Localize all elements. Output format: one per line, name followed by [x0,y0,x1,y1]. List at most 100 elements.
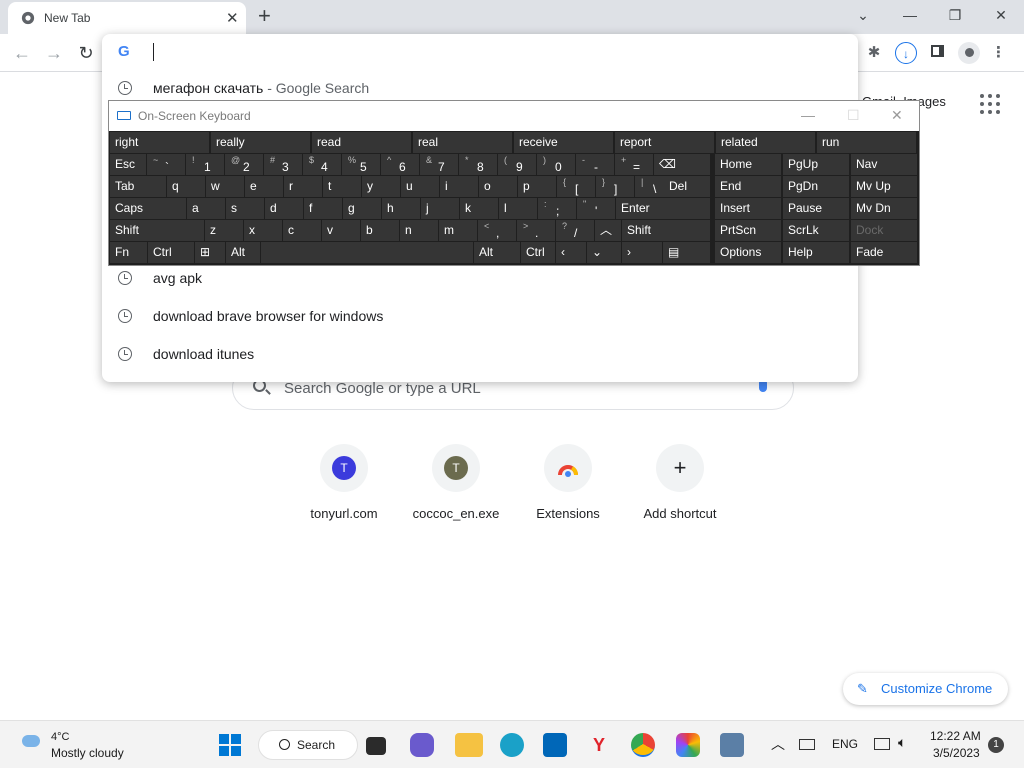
key-=[interactable]: + = [615,154,653,175]
key-c[interactable]: c [283,220,321,241]
key-4[interactable]: $4 [303,154,341,175]
key-mv-dn[interactable]: Mv Dn [851,198,917,219]
teams-chat-icon[interactable] [410,733,434,757]
key-del[interactable]: Del [664,176,710,197]
volume-icon[interactable]: 🔈︎ [898,734,906,751]
prediction-report[interactable]: report [615,132,714,153]
key-ctrl-right[interactable]: Ctrl [521,242,555,263]
minimize-button[interactable]: — [895,4,925,26]
key-p[interactable]: p [518,176,556,197]
suggestion-item[interactable]: download itunes [102,336,858,374]
key-pause[interactable]: Pause [783,198,849,219]
windows-key-icon[interactable]: ⊞ [195,242,225,263]
edge-icon[interactable] [500,733,524,757]
arrow-left-icon[interactable]: ‹ [556,242,586,263]
shortcut-tile[interactable]: Extensions [512,444,624,536]
profile-avatar-icon[interactable] [958,42,980,64]
notification-badge[interactable]: 1 [988,737,1004,753]
key-ctrl-left[interactable]: Ctrl [148,242,194,263]
key-8[interactable]: * 8 [459,154,497,175]
back-button[interactable]: ← [10,41,34,65]
shortcut-tile[interactable]: T tonyurl.com [288,444,400,536]
keyboard-tray-icon[interactable] [799,739,815,750]
menu-key-icon[interactable]: ▤ [663,242,710,263]
osk-close-button[interactable]: ✕ [891,107,903,124]
key-fn[interactable]: Fn [110,242,147,263]
omnibox-input[interactable] [153,43,154,61]
key-0[interactable]: ) 0 [537,154,575,175]
tab-close-icon[interactable]: ✕ [226,9,239,27]
prediction-really[interactable]: really [211,132,310,153]
key-v[interactable]: v [322,220,360,241]
prediction-related[interactable]: related [716,132,815,153]
arrow-right-icon[interactable]: › [622,242,662,263]
key-h[interactable]: h [382,198,420,219]
clock-date[interactable]: 3/5/2023 [933,746,980,760]
key-i[interactable]: i [440,176,478,197]
key-options[interactable]: Options [715,242,781,263]
osk-taskbar-icon[interactable] [720,733,744,757]
key-2[interactable]: @2 [225,154,263,175]
app-icon[interactable] [676,733,700,757]
prediction-read[interactable]: read [312,132,411,153]
key-insert[interactable]: Insert [715,198,781,219]
key-'[interactable]: " ' [577,198,615,219]
key-fade[interactable]: Fade [851,242,917,263]
key-enter[interactable]: Enter [616,198,710,219]
task-view-icon[interactable] [366,737,386,755]
key-3[interactable]: #3 [264,154,302,175]
key-1[interactable]: ! 1 [186,154,224,175]
customize-chrome-button[interactable]: ✎ Customize Chrome [843,673,1008,705]
key-t[interactable]: t [323,176,361,197]
key-mv-up[interactable]: Mv Up [851,176,917,197]
key-d[interactable]: d [265,198,303,219]
key-esc[interactable]: Esc [110,154,146,175]
taskbar-search[interactable]: Search [258,730,358,760]
key-shift-right[interactable]: Shift [622,220,710,241]
prediction-run[interactable]: run [817,132,916,153]
key-b[interactable]: b [361,220,399,241]
key-scrlk[interactable]: ScrLk [783,220,849,241]
key-prtscn[interactable]: PrtScn [715,220,781,241]
reload-button[interactable]: ↻ [74,41,98,65]
key-,[interactable]: <, [478,220,516,241]
key-pgdn[interactable]: PgDn [783,176,849,197]
key-n[interactable]: n [400,220,438,241]
shortcut-tile[interactable]: T coccoc_en.exe [400,444,512,536]
key-shift-left[interactable]: Shift [110,220,204,241]
key-5[interactable]: % 5 [342,154,380,175]
key-j[interactable]: j [421,198,459,219]
key-o[interactable]: o [479,176,517,197]
key-space[interactable] [261,242,473,263]
key-9[interactable]: (9 [498,154,536,175]
restore-button[interactable]: ❐ [940,4,970,26]
key-6[interactable]: ^ 6 [381,154,419,175]
download-icon[interactable]: ↓ [895,42,917,64]
side-panel-icon[interactable] [926,42,948,64]
key-a[interactable]: a [187,198,225,219]
store-icon[interactable] [543,733,567,757]
clock-time[interactable]: 12:22 AM [930,729,981,743]
tab-new-tab[interactable]: New Tab ✕ [8,2,246,34]
key-][interactable]: }] [596,176,634,197]
add-shortcut-tile[interactable]: + Add shortcut [624,444,736,536]
suggestion-item[interactable]: download brave browser for windows [102,298,858,336]
key-help[interactable]: Help [783,242,849,263]
close-window-button[interactable]: ✕ [986,4,1016,26]
key-m[interactable]: m [439,220,477,241]
osk-titlebar[interactable]: On-Screen Keyboard — ☐ ✕ [109,101,919,131]
key-q[interactable]: q [167,176,205,197]
key-x[interactable]: x [244,220,282,241]
key-s[interactable]: s [226,198,264,219]
extensions-puzzle-icon[interactable]: ✱ [863,42,885,64]
language-indicator[interactable]: ENG [832,737,858,751]
network-icon[interactable] [874,738,890,750]
google-apps-icon[interactable] [980,94,1000,114]
key-[[interactable]: {[ [557,176,595,197]
key-`[interactable]: ~ ` [147,154,185,175]
osk-minimize-button[interactable]: — [801,107,815,123]
tab-search-button[interactable]: ⌄ [848,4,878,26]
prediction-receive[interactable]: receive [514,132,613,153]
arrow-down-icon[interactable]: ⌄ [587,242,621,263]
backspace-icon[interactable]: ⌫ [654,154,710,175]
